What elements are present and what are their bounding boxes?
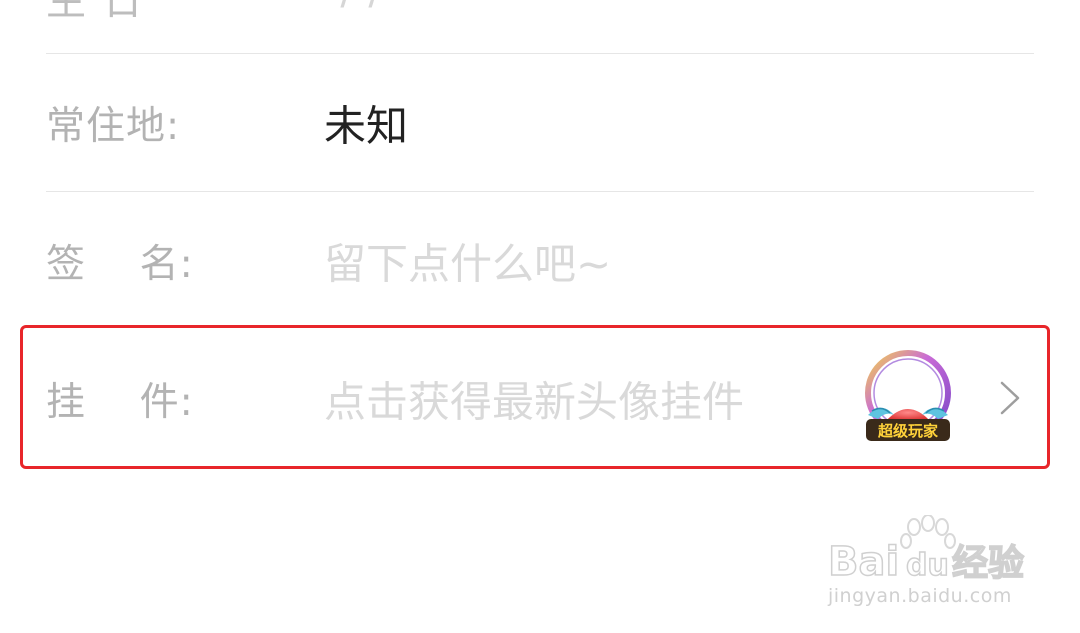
- signature-row[interactable]: 签 名: 留下点什么吧~: [46, 192, 1034, 330]
- pendant-badge-text: 超级玩家: [877, 422, 938, 440]
- avatar-pendant-icon[interactable]: 超级玩家: [858, 349, 958, 445]
- chevron-right-icon[interactable]: [996, 380, 1024, 416]
- watermark-logo-bai: Bai: [828, 539, 899, 585]
- residence-label: 常住地:: [46, 104, 181, 149]
- signature-label: 签 名:: [46, 242, 194, 287]
- residence-row[interactable]: 常住地: 未知: [46, 54, 1034, 192]
- birthday-row-partial[interactable]: 生 日 -/-/-: [46, 0, 1034, 24]
- watermark-logo-jingyan: 经验: [952, 543, 1024, 584]
- signature-input[interactable]: 留下点什么吧~: [324, 231, 611, 292]
- birthday-label: 生 日: [46, 0, 145, 24]
- baidu-logo-icon: Bai du 经验: [828, 515, 1025, 585]
- watermark-url: jingyan.baidu.com: [828, 585, 1012, 607]
- watermark-logo-du: du: [906, 548, 949, 583]
- birthday-value: -/-/-: [326, 0, 396, 14]
- residence-value: 未知: [324, 101, 409, 151]
- baidu-jingyan-watermark: Bai du 经验 jingyan.baidu.com: [828, 515, 1028, 615]
- profile-edit-screen: 生 日 -/-/- 常住地: 未知 签 名: 留下点什么吧~ 挂 件: 点击获得…: [0, 0, 1080, 633]
